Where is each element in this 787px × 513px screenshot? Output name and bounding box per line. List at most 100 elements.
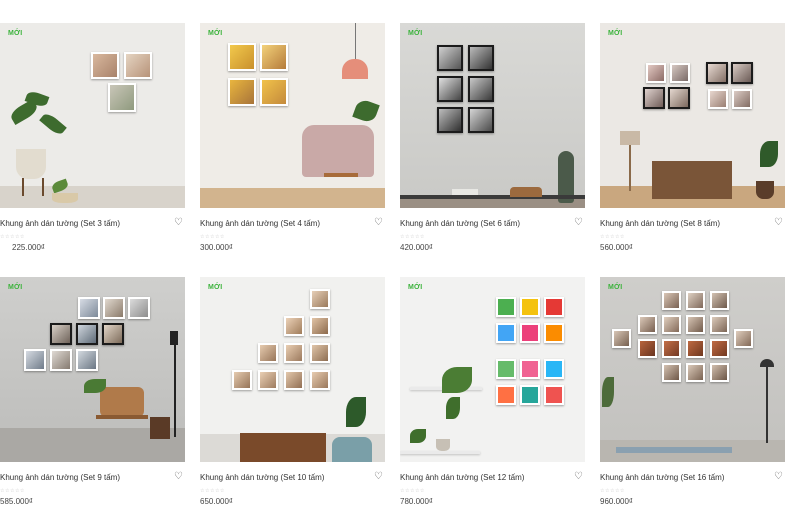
photo-frame	[710, 363, 729, 382]
armchair	[100, 387, 144, 417]
product-title[interactable]: Khung ảnh dán tường (Set 16 tấm)	[600, 473, 724, 482]
floor-lamp	[174, 345, 176, 437]
product-card[interactable]: MỚI Khung ảnh dán tường (Set 12 tấm) ♡ ☆…	[400, 277, 585, 506]
side-table	[324, 173, 358, 177]
floor-lamp	[170, 331, 178, 345]
product-price: 300.000₫	[200, 243, 234, 252]
heart-outline-icon[interactable]: ♡	[774, 472, 783, 482]
photo-frame	[643, 87, 665, 109]
plant	[84, 379, 106, 393]
product-price: 960.000₫	[600, 497, 634, 506]
floor-lamp	[620, 131, 640, 145]
photo-frame	[686, 315, 705, 334]
product-card[interactable]: MỚI Khung ảnh dán tường (Set 9 tấm) ♡ ☆☆…	[0, 277, 185, 506]
photo-frame	[232, 370, 252, 390]
photo-frame	[662, 291, 681, 310]
photo-frame	[732, 89, 752, 109]
photo-frame	[78, 297, 100, 319]
product-title[interactable]: Khung ảnh dán tường (Set 12 tấm)	[400, 473, 524, 482]
product-title[interactable]: Khung ảnh dán tường (Set 10 tấm)	[200, 473, 324, 482]
photo-frame	[24, 349, 46, 371]
plant-pot	[16, 149, 46, 179]
photo-frame	[612, 329, 631, 348]
heart-outline-icon[interactable]: ♡	[574, 218, 583, 228]
product-title[interactable]: Khung ảnh dán tường (Set 3 tấm)	[0, 219, 120, 228]
photo-frame	[468, 76, 494, 102]
photo-frame	[128, 297, 150, 319]
rating-stars: ☆☆☆☆☆	[400, 488, 425, 494]
photo-frame	[260, 43, 288, 71]
photo-frame	[50, 323, 72, 345]
photo-frame	[284, 370, 304, 390]
product-title[interactable]: Khung ảnh dán tường (Set 9 tấm)	[0, 473, 120, 482]
product-image[interactable]: MỚI	[600, 23, 785, 208]
product-title[interactable]: Khung ảnh dán tường (Set 6 tấm)	[400, 219, 520, 228]
product-price: 780.000₫	[400, 497, 434, 506]
armchair	[96, 415, 148, 419]
plant	[602, 377, 614, 407]
plant	[442, 367, 472, 393]
rating-stars: ☆☆☆☆☆	[0, 234, 25, 240]
heart-outline-icon[interactable]: ♡	[174, 472, 183, 482]
rating-stars: ☆☆☆☆☆	[400, 234, 425, 240]
photo-frame	[520, 359, 540, 379]
photo-frame	[731, 62, 753, 84]
photo-frame	[496, 297, 516, 317]
product-image[interactable]: MỚI	[400, 277, 585, 462]
photo-frame	[76, 349, 98, 371]
photo-frame	[468, 45, 494, 71]
photo-frame	[520, 323, 540, 343]
product-title[interactable]: Khung ảnh dán tường (Set 8 tấm)	[600, 219, 720, 228]
product-image[interactable]: MỚI	[0, 277, 185, 462]
product-card[interactable]: MỚI Khung ảnh dán tường (Set 8 tấm) ♡ ☆☆…	[600, 23, 785, 252]
product-image[interactable]: MỚI	[200, 277, 385, 462]
photo-frame	[437, 45, 463, 71]
heart-outline-icon[interactable]: ♡	[574, 472, 583, 482]
photo-frame	[258, 343, 278, 363]
product-image[interactable]: MỚI	[200, 23, 385, 208]
chair	[332, 437, 372, 462]
photo-frame	[662, 363, 681, 382]
heart-outline-icon[interactable]: ♡	[374, 472, 383, 482]
pendant-lamp	[342, 59, 368, 79]
product-card[interactable]: MỚI Khung ảnh dán tường (Set 10 tấm) ♡ ☆…	[200, 277, 385, 506]
product-card[interactable]: MỚI Khung ảnh dán tường (Set 16 tấm) ♡ ☆…	[600, 277, 785, 506]
product-price: 560.000₫	[600, 243, 634, 252]
new-badge: MỚI	[608, 30, 623, 37]
photo-frame	[686, 339, 705, 358]
photo-frame	[310, 316, 330, 336]
product-price: 650.000₫	[200, 497, 234, 506]
photo-frame	[310, 289, 330, 309]
product-image[interactable]: MỚI	[600, 277, 785, 462]
heart-outline-icon[interactable]: ♡	[174, 218, 183, 228]
photo-frame	[103, 297, 125, 319]
floor-lamp	[760, 359, 774, 367]
photo-frame	[706, 62, 728, 84]
new-badge: MỚI	[8, 30, 23, 37]
photo-frame	[710, 315, 729, 334]
photo-frame	[544, 297, 564, 317]
photo-frame	[108, 83, 136, 112]
photo-frame	[686, 363, 705, 382]
plant	[39, 111, 67, 137]
photo-frame	[710, 291, 729, 310]
photo-frame	[544, 385, 564, 405]
new-badge: MỚI	[408, 30, 423, 37]
product-title[interactable]: Khung ảnh dán tường (Set 4 tấm)	[200, 219, 320, 228]
plant	[352, 97, 380, 125]
product-image[interactable]: MỚI	[400, 23, 585, 208]
photo-frame	[708, 89, 728, 109]
photo-frame	[544, 323, 564, 343]
new-badge: MỚI	[208, 284, 223, 291]
product-card[interactable]: MỚI Khung ảnh dán tường (Set 3 tấm) ♡ ☆☆…	[0, 23, 185, 252]
product-price: 585.000₫	[0, 497, 34, 506]
heart-outline-icon[interactable]: ♡	[774, 218, 783, 228]
photo-frame	[544, 359, 564, 379]
photo-frame	[662, 315, 681, 334]
plant	[760, 141, 778, 167]
product-image[interactable]: MỚI	[0, 23, 185, 208]
product-card[interactable]: MỚI Khung ảnh dán tường (Set 4 tấm) ♡ ☆☆…	[200, 23, 385, 252]
photo-frame	[310, 343, 330, 363]
product-card[interactable]: MỚI Khung ảnh dán tường (Set 6 tấm) ♡ ☆☆…	[400, 23, 585, 252]
heart-outline-icon[interactable]: ♡	[374, 218, 383, 228]
